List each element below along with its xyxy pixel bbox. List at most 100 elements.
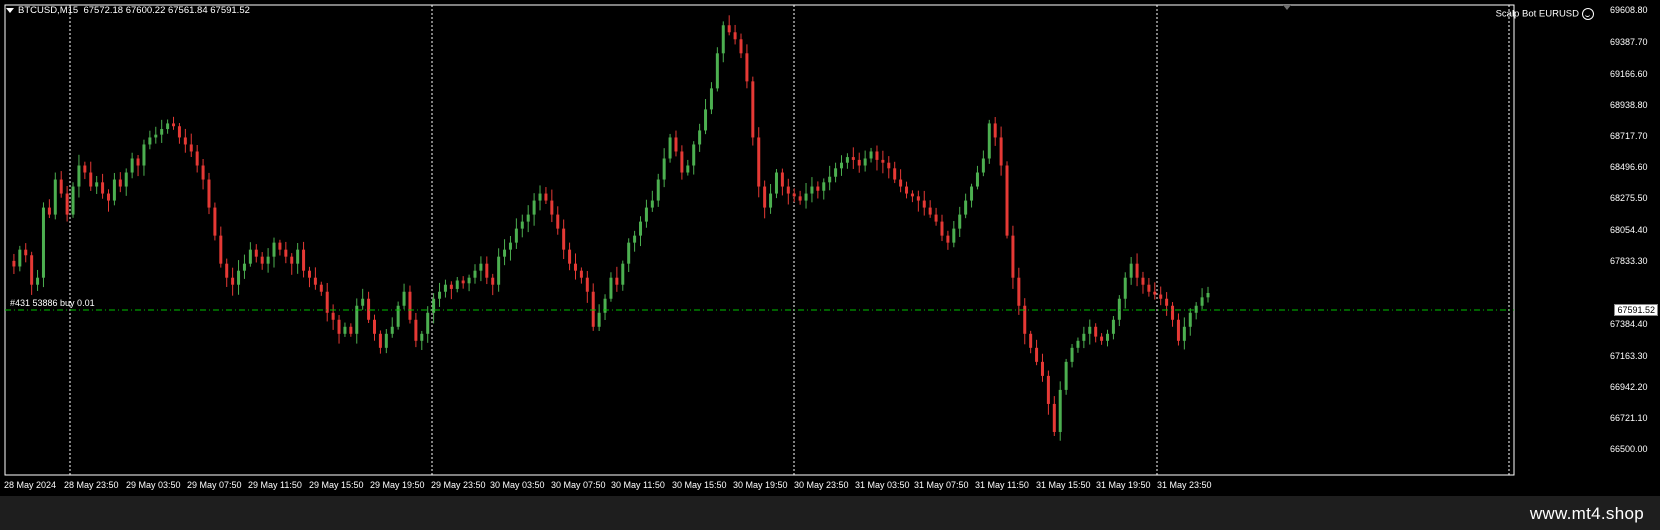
candle-body xyxy=(438,291,442,299)
candle-body xyxy=(89,172,93,187)
candle-body xyxy=(875,151,879,160)
time-axis-label: 30 May 15:50 xyxy=(672,480,727,490)
candle-body xyxy=(213,207,217,236)
candle-body xyxy=(83,165,87,173)
current-price-label: 67591.52 xyxy=(1614,304,1658,316)
candle-body xyxy=(189,144,193,152)
chart-header: BTCUSD,M15 67572.18 67600.22 67561.84 67… xyxy=(6,5,250,16)
candle-body xyxy=(922,200,926,208)
candle-body xyxy=(621,263,625,285)
price-axis-label: 66721.10 xyxy=(1610,413,1648,423)
ohlc-values: 67572.18 67600.22 67561.84 67591.52 xyxy=(83,5,250,16)
candle-body xyxy=(556,214,560,229)
candle-body xyxy=(1064,361,1068,390)
candle-body xyxy=(526,214,530,222)
candle-body xyxy=(999,137,1003,166)
candle-body xyxy=(1040,361,1044,376)
candle-body xyxy=(745,53,749,82)
price-axis-label: 68496.60 xyxy=(1610,162,1648,172)
time-axis-label: 30 May 23:50 xyxy=(794,480,849,490)
candle-body xyxy=(112,179,116,201)
candles xyxy=(12,15,1210,441)
price-axis-label: 67384.40 xyxy=(1610,319,1648,329)
candle-body xyxy=(1111,319,1115,334)
candle-body xyxy=(449,284,453,289)
candle-body xyxy=(828,176,832,183)
candle-body xyxy=(1070,347,1074,362)
candle-body xyxy=(928,207,932,215)
candle-body xyxy=(432,298,436,313)
brand-watermark: www.mt4.shop xyxy=(1529,504,1644,523)
expert-advisor-label[interactable]: Scalp Bot EURUSD xyxy=(1496,8,1594,20)
candle-body xyxy=(887,162,891,169)
candle-body xyxy=(24,249,28,256)
candle-body xyxy=(71,186,75,215)
candle-body xyxy=(485,263,489,278)
time-axis-label: 29 May 15:50 xyxy=(309,480,364,490)
chart-shift-marker[interactable] xyxy=(1283,5,1291,10)
candle-body xyxy=(520,221,524,229)
candle-body xyxy=(733,32,737,40)
candle-body xyxy=(916,196,920,201)
candle-body xyxy=(1005,165,1009,236)
candle-body xyxy=(1029,333,1033,348)
candle-body xyxy=(36,277,40,285)
candle-body xyxy=(834,168,838,177)
candle-body xyxy=(497,256,501,285)
candle-body xyxy=(396,305,400,327)
candle-body xyxy=(384,333,388,348)
candle-body xyxy=(981,158,985,173)
candle-body xyxy=(426,312,430,334)
candle-body xyxy=(905,186,909,194)
time-axis-label: 31 May 19:50 xyxy=(1096,480,1151,490)
candle-body xyxy=(822,182,826,191)
order-label[interactable]: #431 53886 buy 0.01 xyxy=(10,298,95,308)
candle-body xyxy=(573,263,577,271)
chart-canvas[interactable] xyxy=(0,0,1660,496)
candle-body xyxy=(302,249,306,271)
candle-body xyxy=(816,186,820,191)
candle-body xyxy=(597,312,601,327)
candle-body xyxy=(727,25,731,33)
candle-body xyxy=(1188,312,1192,327)
smiley-icon xyxy=(1582,8,1594,20)
candle-body xyxy=(674,137,678,152)
candle-body xyxy=(177,126,181,138)
candle-body xyxy=(1135,263,1139,278)
candle-body xyxy=(1165,298,1169,306)
candle-body xyxy=(869,151,873,159)
candle-body xyxy=(414,319,418,341)
expert-advisor-name: Scalp Bot EURUSD xyxy=(1495,8,1579,20)
candle-body xyxy=(183,137,187,145)
candle-body xyxy=(544,193,548,201)
candle-body xyxy=(118,179,122,187)
candle-body xyxy=(792,193,796,197)
candle-body xyxy=(952,228,956,243)
time-axis-label: 31 May 15:50 xyxy=(1036,480,1091,490)
price-axis-label: 69166.60 xyxy=(1610,69,1648,79)
candle-body xyxy=(47,207,51,215)
candle-body xyxy=(307,270,311,278)
candle-body xyxy=(633,235,637,243)
candle-body xyxy=(709,88,713,110)
candle-body xyxy=(266,256,270,264)
candle-body xyxy=(568,249,572,264)
candle-body xyxy=(562,228,566,250)
candle-body xyxy=(361,298,365,306)
time-axis-label: 28 May 23:50 xyxy=(64,480,119,490)
candle-body xyxy=(1206,292,1210,298)
candle-body xyxy=(30,255,34,285)
candle-body xyxy=(532,200,536,215)
candle-body xyxy=(290,256,294,264)
chart-window[interactable]: BTCUSD,M15 67572.18 67600.22 67561.84 67… xyxy=(0,0,1660,496)
candle-body xyxy=(780,172,784,187)
candle-body xyxy=(899,179,903,187)
candle-body xyxy=(172,123,176,127)
candle-body xyxy=(467,277,471,284)
candle-body xyxy=(668,137,672,159)
candle-body xyxy=(18,249,22,267)
candle-body xyxy=(715,53,719,89)
candle-body xyxy=(804,193,808,201)
candle-body xyxy=(1117,298,1121,320)
chart-menu-icon[interactable] xyxy=(6,7,14,13)
